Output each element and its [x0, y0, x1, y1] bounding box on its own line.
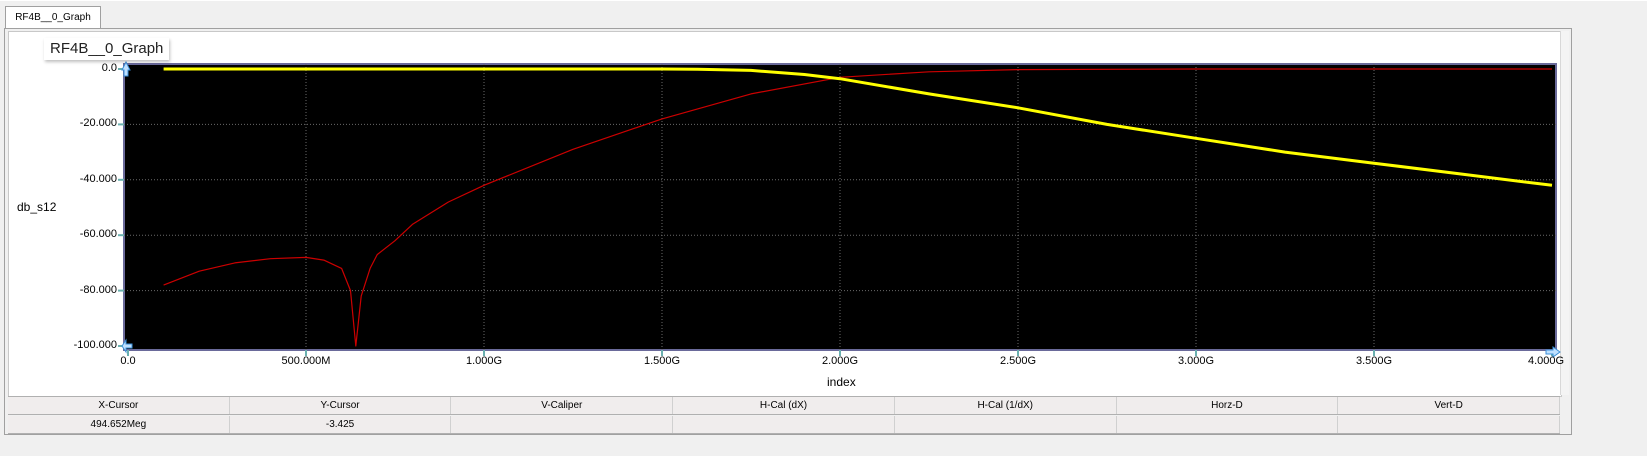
x-tick-label: 3.000G	[1177, 355, 1215, 367]
x-axis-title: index	[827, 375, 856, 389]
cursor-value-cell	[451, 416, 674, 433]
x-tick-label: 4.000G	[1527, 355, 1565, 367]
column-header: Horz-D	[1117, 397, 1339, 414]
column-header: X-Cursor	[8, 397, 230, 414]
column-header: V-Caliper	[451, 397, 674, 414]
y-tick-label: -60.000	[79, 228, 117, 241]
y-tick-label: 0.0	[101, 62, 117, 74]
x-tick-label: 3.500G	[1355, 355, 1393, 367]
x-tick-label: 500.000M	[281, 355, 331, 367]
cursor-table: X-Cursor Y-Cursor V-Caliper H-Cal (dX) H-Cal…	[8, 396, 1561, 434]
y-axis-title: db_s12	[17, 200, 57, 214]
x-tick-label: 1.000G	[465, 355, 503, 367]
cursor-value-cell: 494.652Meg	[8, 416, 230, 433]
column-header: Y-Cursor	[230, 397, 452, 414]
cursor-value-cell	[1117, 416, 1339, 433]
cursor-value-cell	[673, 416, 895, 433]
cursor-value-cell	[1338, 416, 1561, 433]
column-header: H-Cal (dX)	[673, 397, 895, 414]
column-header: Vert-D	[1338, 397, 1561, 414]
y-tick-label: -100.000	[73, 339, 117, 351]
plot-canvas[interactable]	[0, 0, 1647, 456]
y-tick-label: -80.000	[79, 283, 117, 296]
y-tick-label: -20.000	[79, 117, 117, 130]
x-tick-label: 2.500G	[999, 355, 1037, 367]
x-tick-label: 2.000G	[821, 355, 859, 367]
x-tick-label: 1.500G	[643, 355, 681, 367]
x-tick-label: 0.0	[120, 355, 136, 367]
y-tick-label: -40.000	[79, 172, 117, 185]
column-header: H-Cal (1/dX)	[895, 397, 1117, 414]
graph-title: RF4B__0_Graph	[44, 38, 170, 60]
cursor-value-cell: -3.425	[230, 416, 452, 433]
cursor-value-cell	[895, 416, 1117, 433]
